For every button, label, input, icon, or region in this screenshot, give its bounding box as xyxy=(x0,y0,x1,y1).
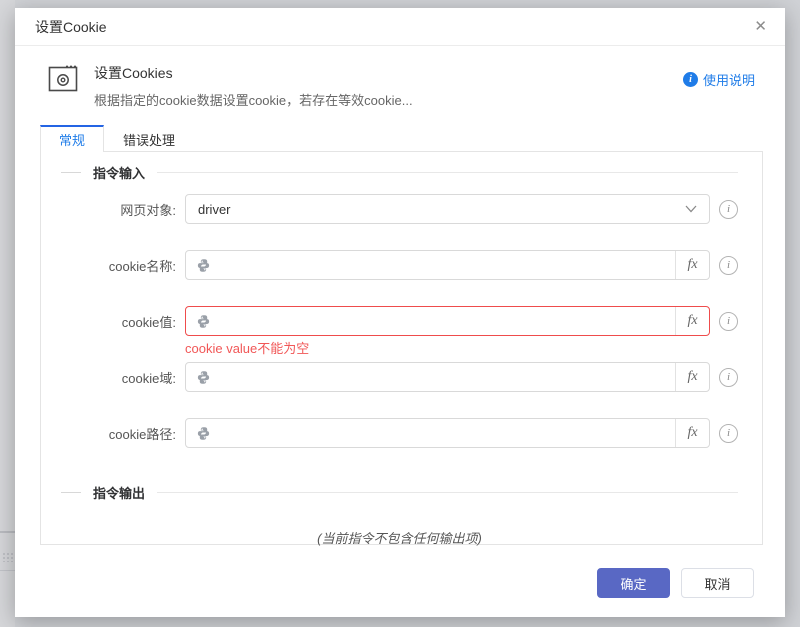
field-label: cookie域: xyxy=(61,368,176,387)
dialog-title: 设置Cookie xyxy=(35,17,107,37)
command-header-text: 设置Cookies 根据指定的cookie数据设置cookie，若存在等效coo… xyxy=(94,63,413,109)
field-label: 网页对象: xyxy=(61,200,176,219)
field-row-cookie-value: cookie值: fx i cookie value不能为空 xyxy=(61,306,738,336)
command-title: 设置Cookies xyxy=(94,63,413,83)
background-dots xyxy=(2,552,13,562)
output-section-header: 指令输出 xyxy=(61,482,738,502)
command-description: 根据指定的cookie数据设置cookie，若存在等效cookie... xyxy=(94,90,413,109)
section-dash xyxy=(61,492,81,493)
field-label: cookie值: xyxy=(61,312,176,331)
input-section-header: 指令输入 xyxy=(61,162,738,182)
tab-error-handling[interactable]: 错误处理 xyxy=(104,125,194,152)
select-value: driver xyxy=(198,202,231,217)
background-divider xyxy=(0,570,15,571)
web-object-select[interactable]: driver xyxy=(185,194,710,224)
section-rule xyxy=(157,172,738,173)
info-icon[interactable]: i xyxy=(719,368,738,387)
fx-expression-button[interactable]: fx xyxy=(675,307,709,335)
tab-bar: 常规 错误处理 xyxy=(40,125,194,152)
command-header: 设置Cookies 根据指定的cookie数据设置cookie，若存在等效coo… xyxy=(15,46,785,109)
cookie-name-input[interactable]: fx xyxy=(185,250,710,280)
python-icon xyxy=(196,426,211,441)
info-icon[interactable]: i xyxy=(719,256,738,275)
output-section-title: 指令输出 xyxy=(93,483,145,502)
info-filled-icon: i xyxy=(683,72,698,87)
set-cookie-dialog: 设置Cookie ✕ 设置Cookies 根据指定的cookie数据设置cook… xyxy=(15,8,785,617)
field-label: cookie名称: xyxy=(61,256,176,275)
validation-error-message: cookie value不能为空 xyxy=(185,338,309,357)
dialog-footer: 确定 取消 xyxy=(597,568,754,598)
close-icon[interactable]: ✕ xyxy=(754,19,767,34)
tab-general[interactable]: 常规 xyxy=(40,125,104,152)
python-icon xyxy=(196,314,211,329)
field-row-web-object: 网页对象: driver i xyxy=(61,194,738,224)
field-label: cookie路径: xyxy=(61,424,176,443)
section-rule xyxy=(157,492,738,493)
info-icon[interactable]: i xyxy=(719,200,738,219)
output-empty-message: (当前指令不包含任何输出项) xyxy=(61,528,738,547)
fx-expression-button[interactable]: fx xyxy=(675,363,709,391)
python-icon xyxy=(196,370,211,385)
python-icon xyxy=(196,258,211,273)
info-icon[interactable]: i xyxy=(719,312,738,331)
cookie-domain-input[interactable]: fx xyxy=(185,362,710,392)
usage-help-link[interactable]: i 使用说明 xyxy=(683,70,755,89)
dialog-titlebar: 设置Cookie ✕ xyxy=(15,8,785,46)
info-icon[interactable]: i xyxy=(719,424,738,443)
usage-help-label: 使用说明 xyxy=(703,70,755,89)
input-section-title: 指令输入 xyxy=(93,163,145,182)
field-row-cookie-domain: cookie域: fx i xyxy=(61,362,738,392)
general-tab-panel: 指令输入 网页对象: driver i cookie名称: xyxy=(40,151,763,545)
background-divider xyxy=(0,531,15,533)
cancel-button[interactable]: 取消 xyxy=(681,568,754,598)
background-app xyxy=(0,0,15,627)
field-row-cookie-path: cookie路径: fx i xyxy=(61,418,738,448)
field-row-cookie-name: cookie名称: fx i xyxy=(61,250,738,280)
cookie-value-input[interactable]: fx xyxy=(185,306,710,336)
fx-expression-button[interactable]: fx xyxy=(675,419,709,447)
section-dash xyxy=(61,172,81,173)
confirm-button[interactable]: 确定 xyxy=(597,568,670,598)
fx-expression-button[interactable]: fx xyxy=(675,251,709,279)
chevron-down-icon xyxy=(685,205,697,213)
cookie-path-input[interactable]: fx xyxy=(185,418,710,448)
browser-cookie-icon xyxy=(48,65,78,92)
